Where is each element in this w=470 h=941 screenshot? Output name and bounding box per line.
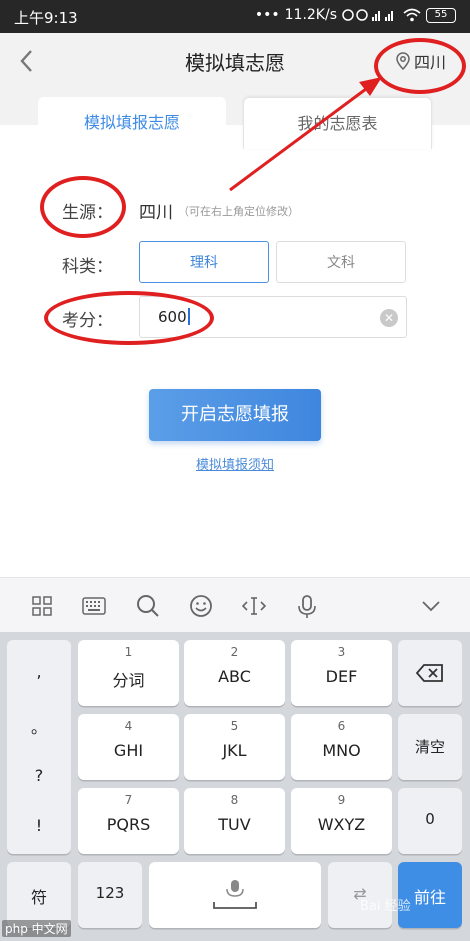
key-4[interactable]: 4 GHI xyxy=(78,714,179,780)
key-6[interactable]: 6 MNO xyxy=(291,714,392,780)
watermark-php: php 中文网 xyxy=(2,920,71,937)
punctuation-column: , 。 ? ! xyxy=(7,640,71,854)
key-exclaim[interactable]: ! xyxy=(7,816,71,835)
backspace-key[interactable] xyxy=(398,640,462,706)
key-1[interactable]: 1 分词 xyxy=(78,640,179,706)
key-0[interactable]: 0 xyxy=(398,788,462,854)
clear-key[interactable]: 清空 xyxy=(398,714,462,780)
number-mode-key[interactable]: 123 xyxy=(78,862,142,928)
symbol-key[interactable]: 符 xyxy=(7,862,71,928)
keyboard-icon[interactable] xyxy=(80,592,108,620)
microphone-icon[interactable] xyxy=(293,592,321,620)
space-mic-icon xyxy=(213,880,257,909)
grid-icon[interactable] xyxy=(28,592,56,620)
key-8[interactable]: 8 TUV xyxy=(184,788,285,854)
keyboard-toolbar xyxy=(0,577,470,632)
backspace-icon xyxy=(416,664,443,682)
key-period[interactable]: 。 xyxy=(7,714,71,738)
space-key[interactable] xyxy=(149,862,321,928)
key-3[interactable]: 3 DEF xyxy=(291,640,392,706)
key-7[interactable]: 7 PQRS xyxy=(78,788,179,854)
key-5[interactable]: 5 JKL xyxy=(184,714,285,780)
key-question[interactable]: ? xyxy=(7,766,71,785)
key-2[interactable]: 2 ABC xyxy=(184,640,285,706)
search-icon[interactable] xyxy=(134,592,162,620)
key-comma[interactable]: , xyxy=(7,662,71,681)
watermark-baidu: Bai 经验 xyxy=(360,899,411,914)
chevron-down-icon[interactable] xyxy=(417,592,445,620)
key-9[interactable]: 9 WXYZ xyxy=(291,788,392,854)
cursor-icon[interactable] xyxy=(240,592,268,620)
emoji-icon[interactable] xyxy=(187,592,215,620)
